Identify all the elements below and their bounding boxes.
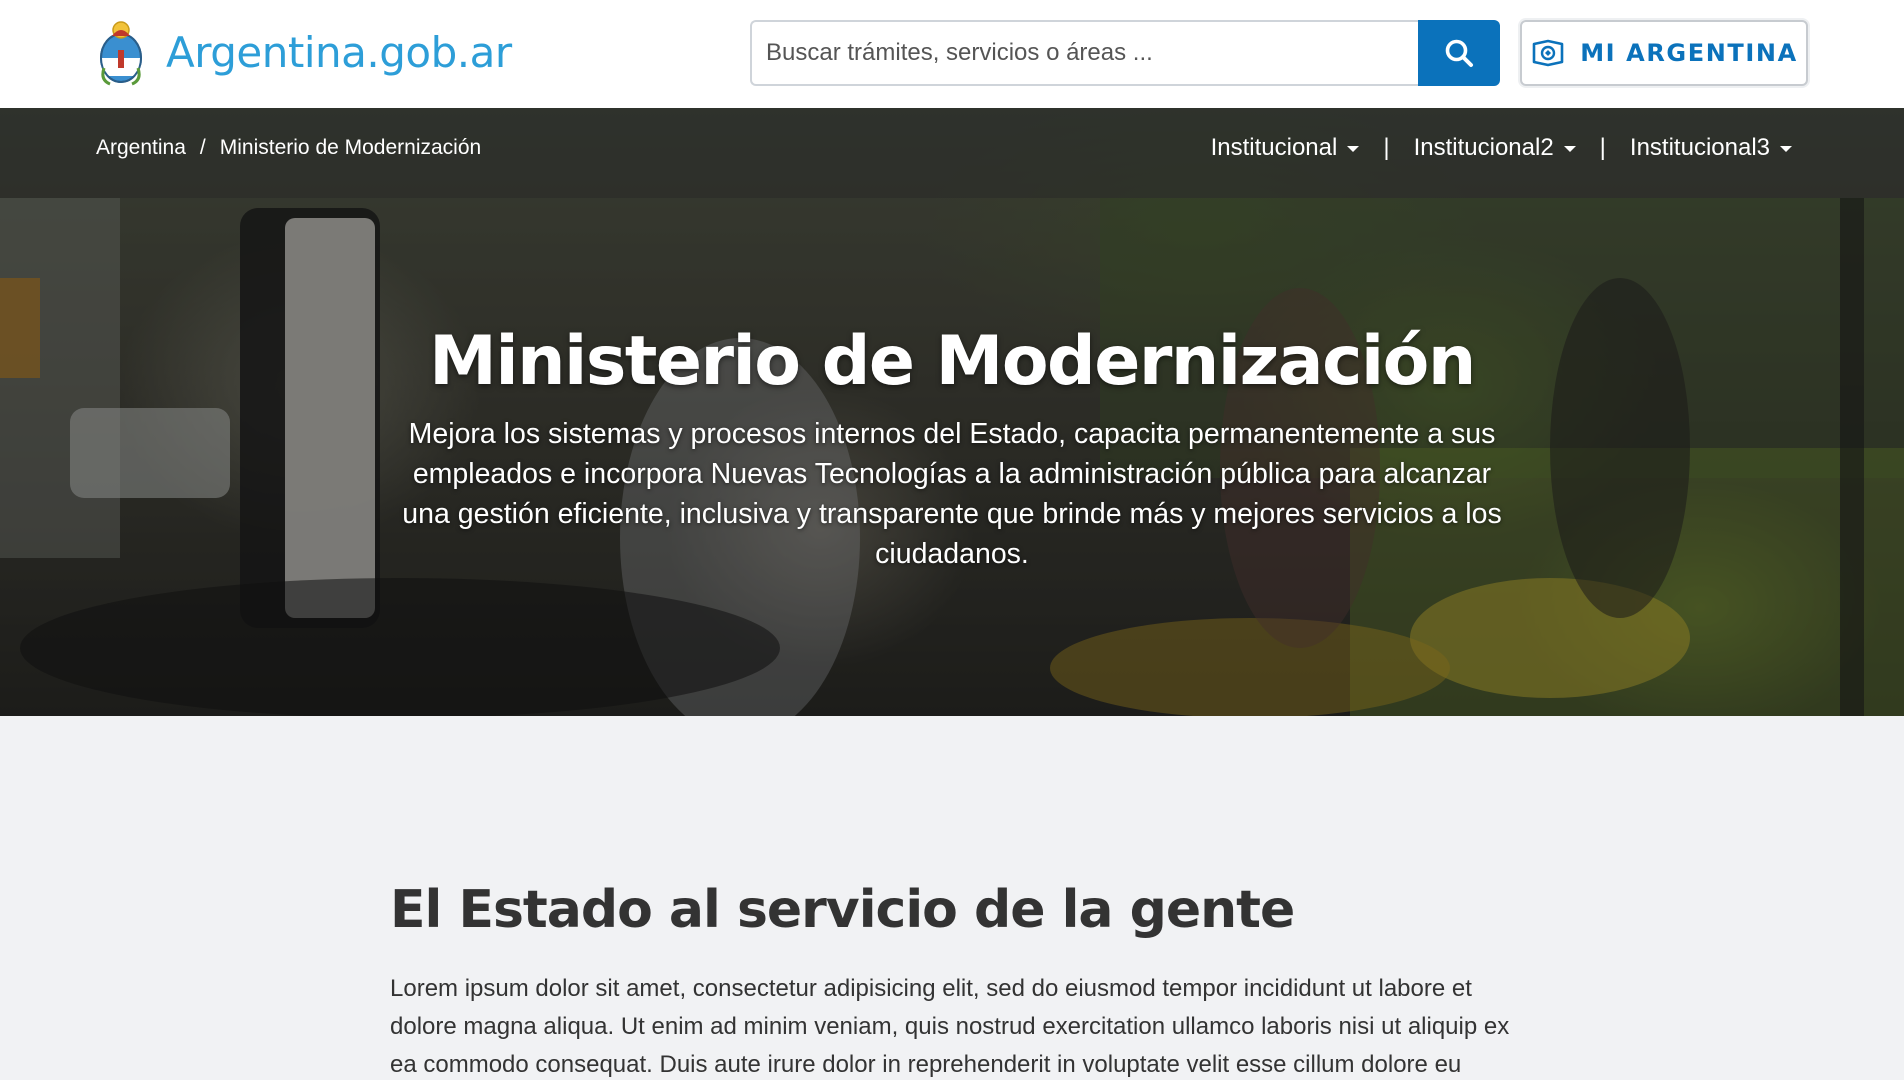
mi-argentina-label: MI ARGENTINA (1580, 39, 1798, 67)
site-logo[interactable]: Argentina.gob.ar (96, 18, 512, 86)
section-text: Lorem ipsum dolor sit amet, consectetur … (390, 975, 1510, 1078)
nav-separator: | (1599, 134, 1606, 161)
mi-argentina-button[interactable]: MI ARGENTINA (1520, 20, 1808, 86)
breadcrumb: Argentina / Ministerio de Modernización (96, 136, 481, 160)
hero-topbar: Argentina / Ministerio de Modernización … (0, 108, 1904, 198)
search-bar (750, 20, 1500, 86)
breadcrumb-link-argentina[interactable]: Argentina (96, 136, 186, 160)
site-header: Argentina.gob.ar MI ARGENTINA (0, 0, 1904, 108)
caret-down-icon (1347, 146, 1360, 152)
search-input[interactable] (750, 20, 1418, 86)
section-nav: Institucional | Institucional2 | Institu… (1211, 134, 1792, 162)
nav-dropdown-institucional3[interactable]: Institucional3 (1630, 134, 1792, 162)
nav-item-label: Institucional2 (1413, 134, 1554, 161)
search-icon (1445, 39, 1473, 67)
logo-text: Argentina.gob.ar (166, 27, 512, 77)
nav-separator: | (1383, 134, 1390, 161)
section-title: El Estado al servicio de la gente (390, 880, 1295, 940)
search-button[interactable] (1418, 20, 1500, 86)
nav-item-label: Institucional (1210, 134, 1338, 161)
breadcrumb-separator: / (199, 136, 206, 159)
nav-item-label: Institucional3 (1629, 134, 1770, 161)
caret-down-icon (1780, 146, 1792, 152)
hero-overlay (0, 108, 1904, 716)
hero-title: Ministerio de Modernización (429, 322, 1476, 401)
caret-down-icon (1563, 146, 1576, 152)
coat-of-arms-icon (100, 21, 142, 86)
nav-dropdown-institucional[interactable]: Institucional (1211, 134, 1360, 162)
id-card-icon (1532, 39, 1564, 67)
hero-description: Mejora los sistemas y procesos internos … (402, 418, 1502, 570)
main-content: El Estado al servicio de la gente Lorem … (390, 880, 1520, 1080)
breadcrumb-current: Ministerio de Modernización (219, 136, 482, 159)
hero-banner: Argentina / Ministerio de Modernización … (0, 108, 1904, 716)
nav-dropdown-institucional2[interactable]: Institucional2 (1414, 134, 1576, 162)
